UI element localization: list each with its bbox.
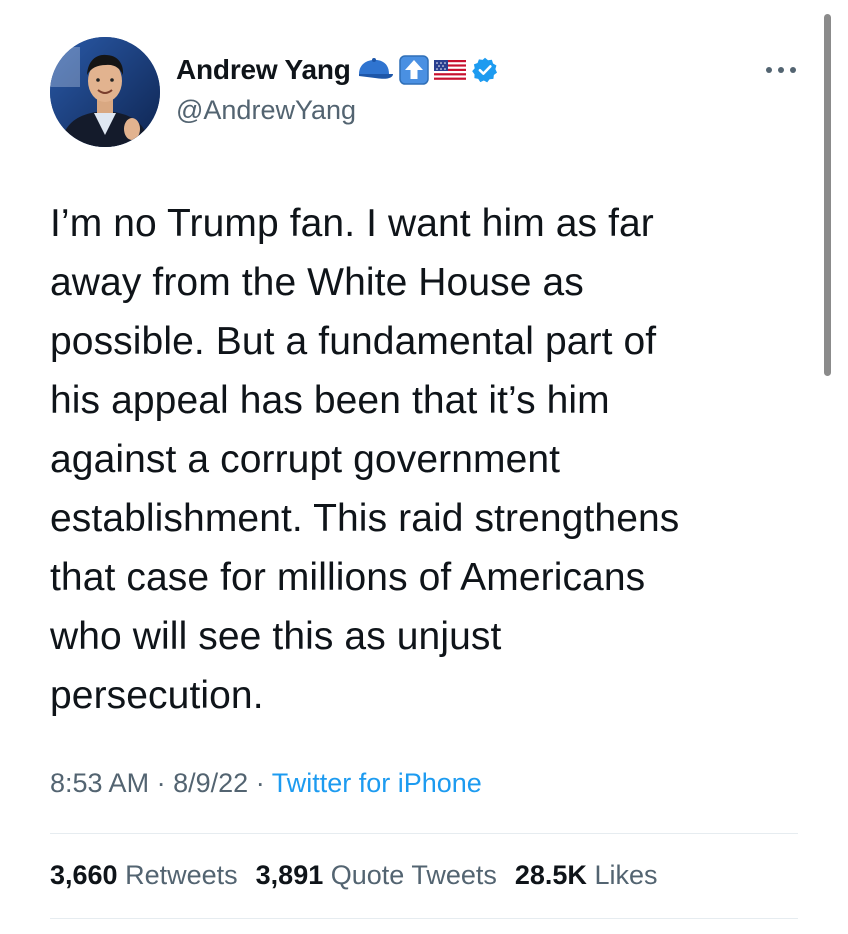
- likes-count: 28.5K: [514, 860, 587, 890]
- likes-label: Likes: [594, 860, 658, 890]
- author-handle[interactable]: @AndrewYang: [176, 95, 356, 126]
- retweets-count: 3,660: [50, 860, 118, 890]
- retweets-stat[interactable]: 3,660 Retweets: [50, 860, 238, 891]
- divider: [50, 833, 798, 834]
- tweet-date[interactable]: 8/9/22: [173, 768, 248, 798]
- more-dot: [766, 67, 772, 73]
- more-dot: [790, 67, 796, 73]
- profile-photo: [50, 37, 160, 147]
- tweet-meta: 8:53 AM · 8/9/22 · Twitter for iPhone: [50, 768, 482, 799]
- divider: [50, 918, 798, 919]
- quote-tweets-stat[interactable]: 3,891 Quote Tweets: [256, 860, 497, 891]
- meta-separator: ·: [255, 768, 265, 798]
- more-icon[interactable]: [766, 66, 796, 74]
- quote-tweets-label: Quote Tweets: [330, 860, 497, 890]
- blue-cap-icon: [355, 56, 395, 84]
- engagement-stats: 3,660 Retweets 3,891 Quote Tweets 28.5K …: [50, 860, 657, 891]
- up-arrow-emoji-icon: [398, 55, 429, 85]
- tweet-source-link[interactable]: Twitter for iPhone: [272, 768, 482, 798]
- meta-separator: ·: [156, 768, 166, 798]
- verified-badge-icon: [471, 56, 499, 84]
- avatar[interactable]: [50, 37, 160, 147]
- author-name-row: Andrew Yang: [176, 52, 499, 88]
- likes-stat[interactable]: 28.5K Likes: [515, 860, 658, 891]
- display-name[interactable]: Andrew Yang: [176, 54, 351, 86]
- more-dot: [778, 67, 784, 73]
- retweets-label: Retweets: [125, 860, 238, 890]
- quote-tweets-count: 3,891: [255, 860, 324, 890]
- tweet-time[interactable]: 8:53 AM: [50, 768, 149, 798]
- tweet-text: I’m no Trump fan. I want him as far away…: [50, 202, 680, 717]
- scrollbar[interactable]: [824, 14, 831, 376]
- us-flag-icon: [433, 58, 467, 82]
